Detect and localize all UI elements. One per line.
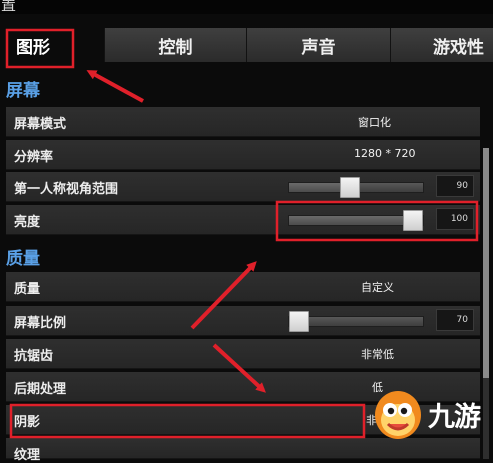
setting-label: 抗锯齿 — [14, 349, 54, 364]
watermark-mascot-icon — [375, 391, 421, 439]
tab-graphics[interactable]: 图形 — [0, 28, 104, 62]
setting-label: 后期处理 — [14, 382, 67, 397]
screen-scale-slider-thumb[interactable] — [289, 311, 309, 332]
tab-gameplay[interactable]: 游戏性 — [390, 28, 493, 62]
quality-value[interactable]: 自定义 — [361, 279, 394, 295]
setting-label: 屏幕模式 — [14, 117, 67, 132]
screen-scale-value-box[interactable]: 70 — [436, 309, 474, 331]
brightness-value-box[interactable]: 100 — [436, 208, 474, 230]
setting-row-brightness: 亮度 100 — [6, 205, 480, 235]
section-heading-screen: 屏幕 — [6, 81, 40, 101]
fov-value-box[interactable]: 90 — [436, 175, 474, 197]
setting-label: 屏幕比例 — [14, 316, 67, 331]
setting-label: 第一人称视角范围 — [14, 182, 119, 197]
settings-scrollbar[interactable] — [483, 148, 489, 459]
watermark-logo-text: 九游 — [428, 402, 481, 433]
setting-row-fov: 第一人称视角范围 90 — [6, 172, 480, 202]
settings-tabs: 图形 控制 声音 游戏性 — [0, 28, 493, 62]
setting-row-anti-aliasing[interactable]: 抗锯齿 非常低 — [6, 339, 480, 369]
anti-aliasing-value[interactable]: 非常低 — [361, 346, 394, 362]
brightness-slider-track[interactable] — [288, 210, 424, 231]
tab-sound[interactable]: 声音 — [246, 28, 390, 62]
settings-scrollbar-thumb[interactable] — [483, 148, 489, 378]
screen-scale-slider-track[interactable] — [288, 311, 424, 332]
setting-row-screen-scale: 屏幕比例 70 — [6, 306, 480, 336]
setting-label: 纹理 — [14, 448, 41, 463]
window-topbar: 置 — [0, 0, 493, 14]
setting-label: 阴影 — [14, 415, 41, 430]
arrow-to-graphics-tab — [86, 70, 144, 103]
window-title: 置 — [1, 0, 17, 14]
brightness-slider-thumb[interactable] — [403, 210, 423, 231]
fov-slider-thumb[interactable] — [340, 177, 361, 198]
setting-label: 质量 — [14, 282, 41, 297]
resolution-value[interactable]: 1280 * 720 — [354, 147, 415, 160]
setting-row-resolution[interactable]: 分辨率 1280 * 720 — [6, 140, 480, 170]
setting-label: 亮度 — [14, 215, 41, 230]
section-heading-quality: 质量 — [6, 249, 40, 269]
fov-slider-track[interactable] — [288, 177, 424, 198]
setting-row-screen-mode[interactable]: 屏幕模式 窗口化 — [6, 107, 480, 137]
tab-controls[interactable]: 控制 — [104, 28, 246, 62]
setting-label: 分辨率 — [14, 150, 54, 165]
setting-row-quality[interactable]: 质量 自定义 — [6, 272, 480, 302]
screen-mode-value[interactable]: 窗口化 — [358, 114, 391, 130]
